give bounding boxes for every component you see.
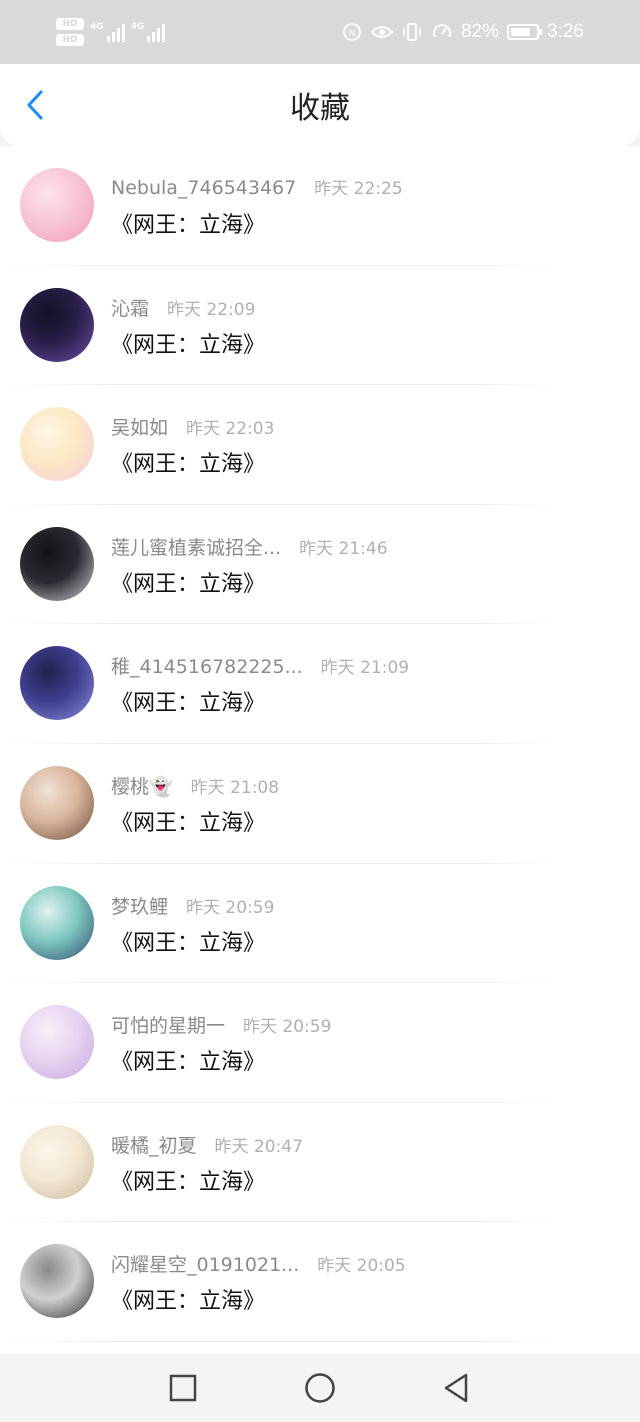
nfc-icon: N (341, 21, 363, 43)
avatar[interactable] (20, 1244, 94, 1319)
favorites-list: Nebula_746543467 昨天 22:25 《网王：立海》 沁霜 昨天 22:0… (0, 146, 640, 1354)
timestamp: 昨天 20:47 (214, 1136, 303, 1157)
avatar[interactable] (20, 526, 94, 601)
favorite-item[interactable]: 梦玖鲤 昨天 20:59 《网王：立海》 (0, 864, 640, 984)
favorite-item[interactable]: 沁霜 昨天 22:09 《网王：立海》 (0, 266, 640, 386)
timestamp: 昨天 20:59 (186, 897, 275, 918)
eye-icon (370, 21, 393, 43)
item-meta: 莲儿蜜植素诚招全... 昨天 21:46 (111, 533, 388, 560)
status-bar: HD HD 4G 4G N 82% 3:26 (0, 0, 640, 64)
username[interactable]: Nebula_746543467 (111, 177, 296, 199)
item-meta: 稚_414516782225... 昨天 21:09 (111, 652, 409, 679)
item-meta: 可怕的星期一 昨天 20:59 (111, 1011, 331, 1038)
timestamp: 昨天 22:03 (186, 419, 275, 440)
signal-strength-1-icon: 4G (90, 22, 125, 42)
username[interactable]: 闪耀星空_0191021... (111, 1250, 299, 1277)
recent-apps-button[interactable] (165, 1370, 201, 1406)
avatar[interactable] (20, 287, 94, 362)
item-meta: 樱桃👻 昨天 21:08 (111, 772, 279, 799)
avatar[interactable] (20, 168, 94, 242)
favorite-item[interactable]: 莲儿蜜植素诚招全... 昨天 21:46 《网王：立海》 (0, 505, 640, 625)
battery-icon (507, 24, 543, 40)
speed-icon (431, 21, 453, 43)
favorite-title[interactable]: 《网王：立海》 (111, 566, 265, 598)
back-nav-button[interactable] (438, 1370, 474, 1406)
favorite-item[interactable]: 吴如如 昨天 22:03 《网王：立海》 (0, 385, 640, 505)
avatar[interactable] (20, 407, 94, 482)
timestamp: 昨天 20:59 (243, 1017, 332, 1038)
username[interactable]: 暖橘_初夏 (111, 1131, 197, 1158)
favorite-title[interactable]: 《网王：立海》 (111, 1044, 265, 1076)
favorite-title[interactable]: 《网王：立海》 (111, 446, 265, 478)
app-header: 收藏 (0, 64, 640, 146)
status-right: N 82% 3:26 (341, 21, 584, 43)
username[interactable]: 莲儿蜜植素诚招全... (111, 533, 281, 560)
favorite-title[interactable]: 《网王：立海》 (111, 805, 265, 837)
favorite-item[interactable]: 暖橘_初夏 昨天 20:47 《网王：立海》 (0, 1103, 640, 1223)
signal-1-label: 4G (90, 22, 104, 32)
timestamp: 昨天 22:25 (314, 179, 403, 199)
favorite-title[interactable]: 《网王：立海》 (111, 1164, 265, 1196)
username[interactable]: 梦玖鲤 (111, 892, 168, 919)
favorite-title[interactable]: 《网王：立海》 (111, 685, 265, 717)
favorite-title[interactable]: 《网王：立海》 (111, 207, 265, 239)
username[interactable]: 稚_414516782225... (111, 652, 303, 679)
favorite-item[interactable]: 可怕的星期一 昨天 20:59 《网王：立海》 (0, 983, 640, 1103)
hd-badge-2: HD (56, 34, 84, 46)
timestamp: 昨天 22:09 (167, 299, 256, 320)
favorite-item[interactable]: 樱桃👻 昨天 21:08 《网王：立海》 (0, 744, 640, 864)
username[interactable]: 可怕的星期一 (111, 1011, 225, 1038)
page-title: 收藏 (290, 91, 350, 126)
status-left: HD HD 4G 4G (56, 18, 166, 46)
avatar[interactable] (20, 646, 94, 721)
timestamp: 昨天 21:09 (320, 658, 410, 679)
favorite-title[interactable]: 《网王：立海》 (111, 327, 265, 359)
timestamp: 昨天 21:46 (299, 538, 388, 559)
signal-strength-2-icon: 4G (131, 22, 166, 42)
signal-2-label: 4G (130, 22, 145, 32)
hd-indicators: HD HD (56, 18, 84, 46)
divider (0, 1340, 556, 1342)
favorite-item[interactable]: 闪耀星空_0191021... 昨天 20:05 《网王：立海》 (0, 1222, 640, 1342)
timestamp: 昨天 20:05 (317, 1256, 406, 1277)
clock: 3:26 (547, 21, 584, 42)
chevron-left-icon (27, 90, 43, 120)
item-meta: Nebula_746543467 昨天 22:25 (111, 174, 403, 199)
favorite-title[interactable]: 《网王：立海》 (111, 1283, 265, 1315)
username[interactable]: 吴如如 (111, 413, 168, 440)
item-meta: 沁霜 昨天 22:09 (111, 294, 255, 321)
back-button[interactable] (20, 89, 50, 121)
username[interactable]: 沁霜 (111, 294, 149, 321)
back-icon (444, 1373, 468, 1403)
item-meta: 吴如如 昨天 22:03 (111, 413, 274, 440)
avatar[interactable] (20, 765, 94, 840)
avatar[interactable] (20, 1005, 94, 1080)
favorite-item[interactable]: Nebula_746543467 昨天 22:25 《网王：立海》 (0, 146, 640, 266)
svg-text:N: N (349, 29, 356, 39)
navigation-bar (0, 1354, 640, 1422)
home-button[interactable] (302, 1370, 338, 1406)
battery-percent: 82% (460, 21, 500, 42)
hd-badge-1: HD (56, 18, 84, 30)
item-meta: 暖橘_初夏 昨天 20:47 (111, 1131, 303, 1158)
item-meta: 梦玖鲤 昨天 20:59 (111, 892, 274, 919)
home-icon (305, 1373, 335, 1403)
avatar[interactable] (20, 885, 94, 960)
favorite-item[interactable]: 稚_414516782225... 昨天 21:09 《网王：立海》 (0, 624, 640, 744)
favorite-title[interactable]: 《网王：立海》 (111, 925, 265, 957)
recent-apps-icon (169, 1374, 197, 1402)
item-meta: 闪耀星空_0191021... 昨天 20:05 (111, 1250, 406, 1277)
username[interactable]: 樱桃👻 (111, 772, 173, 799)
timestamp: 昨天 21:08 (190, 777, 280, 798)
vibrate-icon (401, 21, 423, 43)
avatar[interactable] (20, 1124, 94, 1199)
